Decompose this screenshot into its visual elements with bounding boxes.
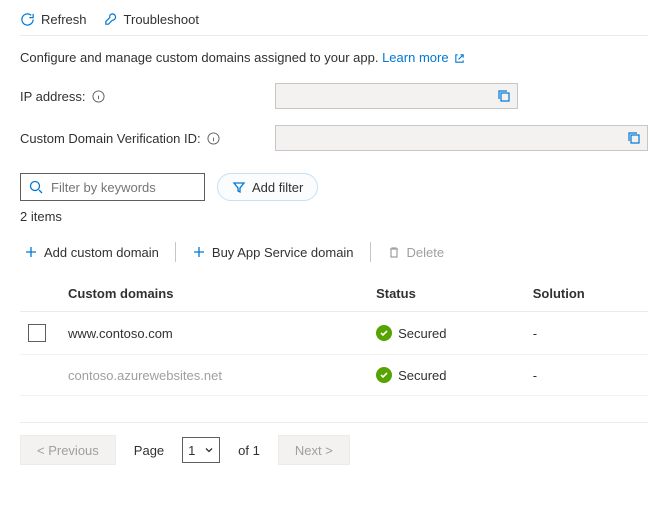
domain-cell: www.contoso.com — [60, 312, 368, 355]
ip-address-field[interactable] — [275, 83, 518, 109]
troubleshoot-button[interactable]: Troubleshoot — [103, 12, 199, 27]
buy-app-service-domain-label: Buy App Service domain — [212, 245, 354, 260]
description-text: Configure and manage custom domains assi… — [20, 50, 648, 65]
previous-page-button: < Previous — [20, 435, 116, 465]
page-select[interactable]: 1 — [182, 437, 220, 463]
trash-icon — [387, 245, 401, 259]
domain-cell: contoso.azurewebsites.net — [60, 355, 368, 396]
next-page-button: Next > — [278, 435, 350, 465]
filter-input[interactable] — [49, 179, 229, 196]
add-filter-label: Add filter — [252, 180, 303, 195]
item-count: 2 items — [20, 209, 648, 224]
ip-address-label-text: IP address: — [20, 89, 86, 104]
buy-app-service-domain-button[interactable]: Buy App Service domain — [188, 243, 358, 262]
page-value: 1 — [188, 443, 195, 458]
refresh-button[interactable]: Refresh — [20, 12, 87, 27]
ip-address-row: IP address: — [20, 83, 648, 109]
delete-button: Delete — [383, 243, 449, 262]
chevron-down-icon — [204, 445, 214, 455]
copy-icon[interactable] — [627, 131, 641, 145]
search-icon — [29, 180, 43, 194]
verification-id-row: Custom Domain Verification ID: — [20, 125, 648, 151]
domains-table: Custom domains Status Solution www.conto… — [20, 276, 648, 396]
page-of-label: of 1 — [238, 443, 260, 458]
filter-row: Add filter — [20, 173, 648, 201]
wrench-icon — [103, 12, 118, 27]
verification-id-label: Custom Domain Verification ID: — [20, 131, 275, 146]
external-link-icon — [454, 53, 465, 64]
solution-cell: - — [525, 355, 648, 396]
col-header-solution[interactable]: Solution — [525, 276, 648, 312]
add-custom-domain-label: Add custom domain — [44, 245, 159, 260]
add-custom-domain-button[interactable]: Add custom domain — [20, 243, 163, 262]
filter-search-box[interactable] — [20, 173, 205, 201]
info-icon[interactable] — [207, 132, 220, 145]
col-header-domain[interactable]: Custom domains — [60, 276, 368, 312]
plus-icon — [192, 245, 206, 259]
learn-more-link[interactable]: Learn more — [382, 50, 465, 65]
table-row[interactable]: contoso.azurewebsites.net Secured - — [20, 355, 648, 396]
description-body: Configure and manage custom domains assi… — [20, 50, 378, 65]
status-cell: Secured — [376, 367, 517, 383]
table-row[interactable]: www.contoso.com Secured - — [20, 312, 648, 355]
col-header-status[interactable]: Status — [368, 276, 525, 312]
copy-icon[interactable] — [497, 89, 511, 103]
solution-cell: - — [525, 312, 648, 355]
divider — [175, 242, 176, 262]
troubleshoot-label: Troubleshoot — [124, 12, 199, 27]
add-filter-button[interactable]: Add filter — [217, 173, 318, 201]
verification-id-field[interactable] — [275, 125, 648, 151]
plus-icon — [24, 245, 38, 259]
ip-address-label: IP address: — [20, 89, 275, 104]
status-success-icon — [376, 325, 392, 341]
status-label: Secured — [398, 326, 446, 341]
command-bar: Add custom domain Buy App Service domain… — [20, 242, 648, 262]
top-toolbar: Refresh Troubleshoot — [20, 12, 648, 36]
pagination: < Previous Page 1 of 1 Next > — [20, 422, 648, 465]
divider — [370, 242, 371, 262]
delete-label: Delete — [407, 245, 445, 260]
refresh-label: Refresh — [41, 12, 87, 27]
page-label: Page — [134, 443, 164, 458]
refresh-icon — [20, 12, 35, 27]
status-success-icon — [376, 367, 392, 383]
verification-id-label-text: Custom Domain Verification ID: — [20, 131, 201, 146]
learn-more-label: Learn more — [382, 50, 448, 65]
status-label: Secured — [398, 368, 446, 383]
status-cell: Secured — [376, 325, 517, 341]
filter-icon — [232, 180, 246, 194]
row-checkbox[interactable] — [28, 324, 46, 342]
info-icon[interactable] — [92, 90, 105, 103]
